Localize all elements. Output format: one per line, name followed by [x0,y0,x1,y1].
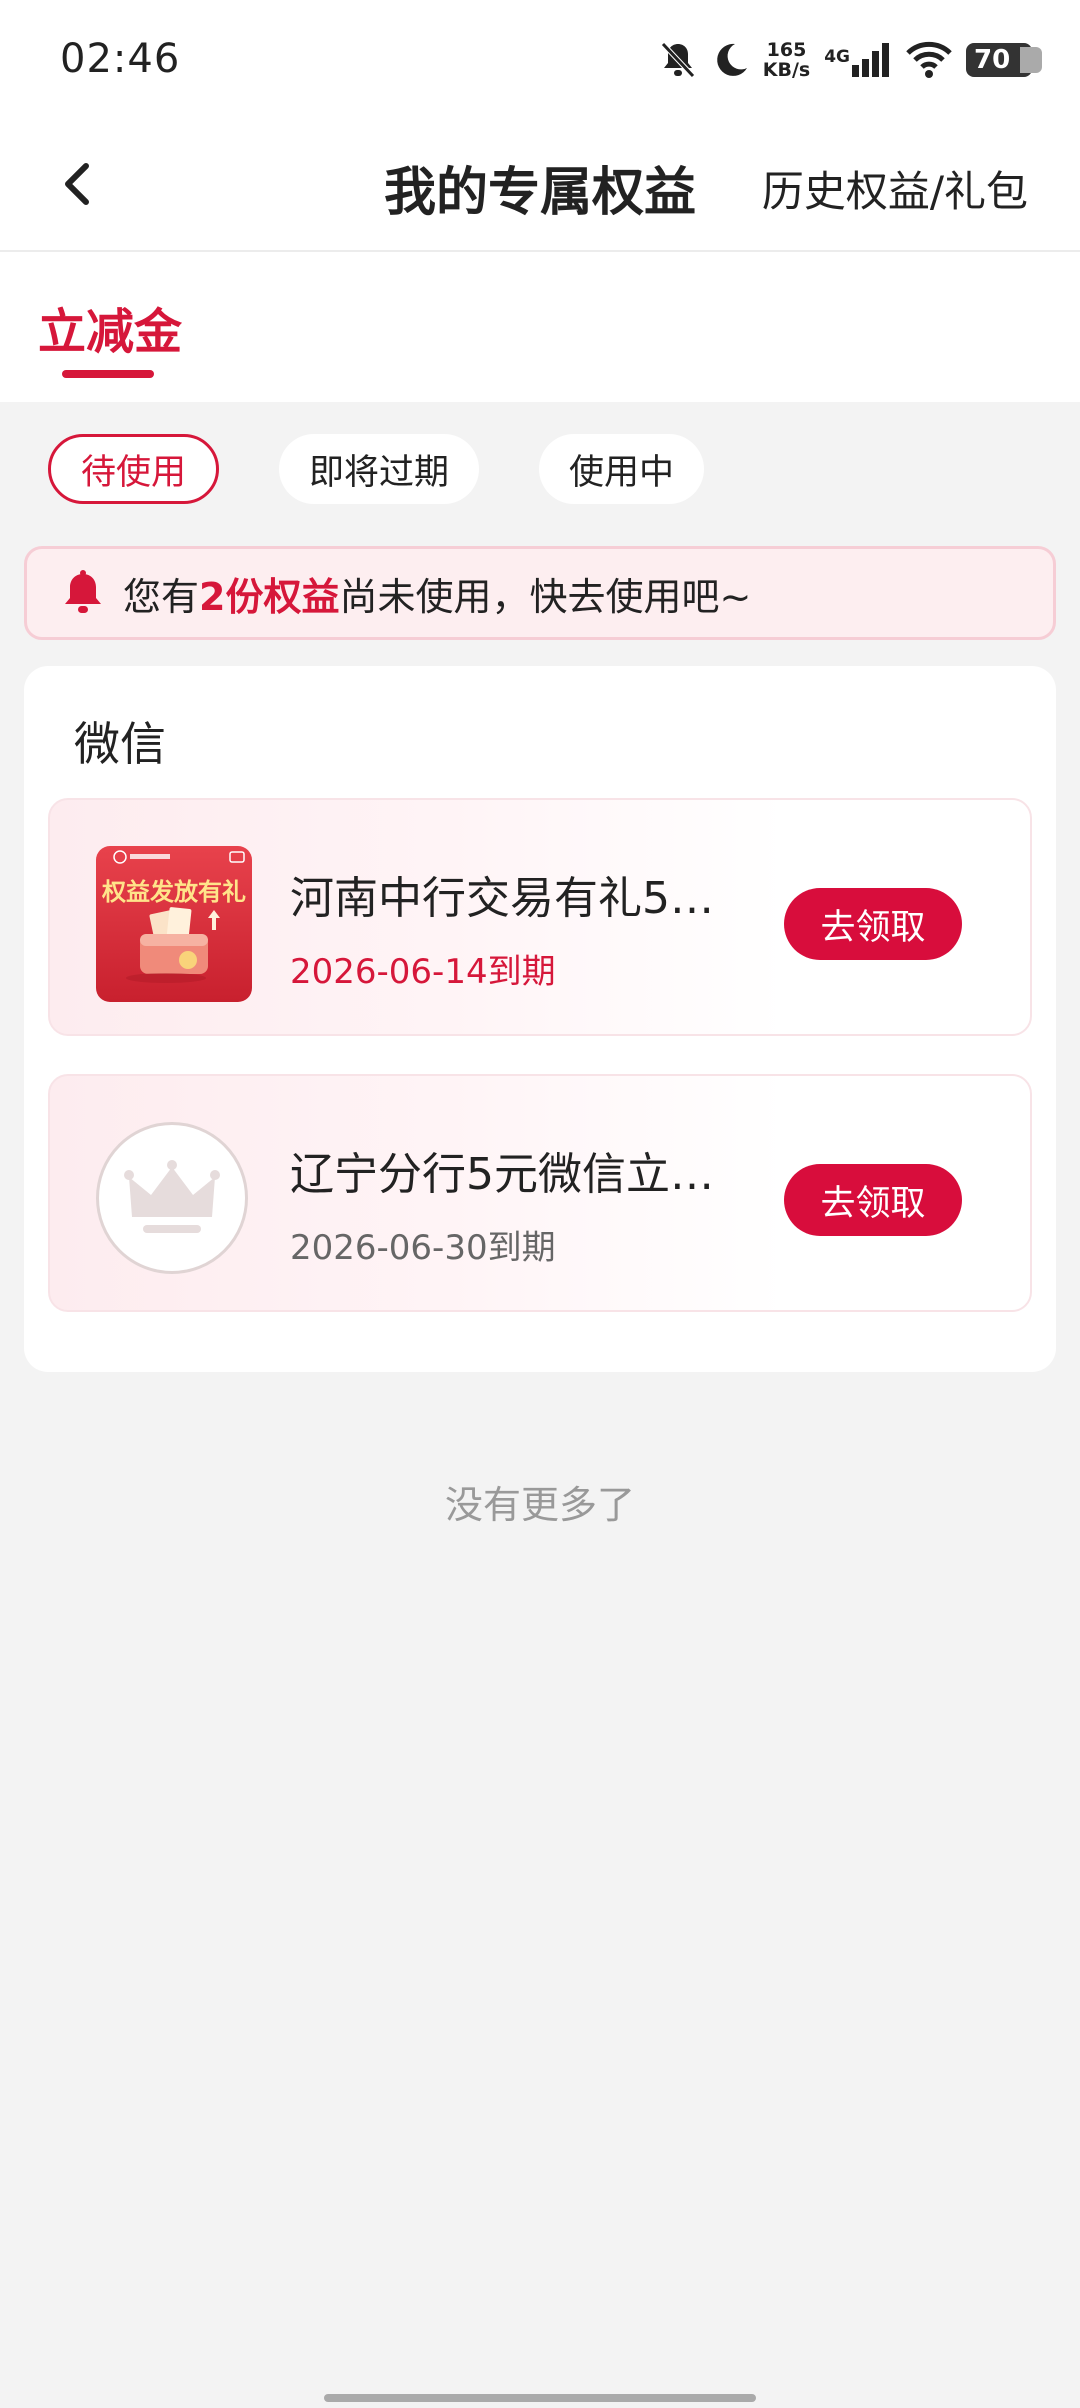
bell-muted-icon [660,42,695,78]
network-speed: 165 KB/s [763,40,810,80]
bell-icon [65,570,101,613]
status-time: 02:46 [60,36,181,82]
battery-indicator: 70 [966,43,1042,77]
claim-button[interactable]: 去领取 [784,1164,962,1236]
filter-pending[interactable]: 待使用 [48,434,220,504]
notice-suffix: 尚未使用，快去使用吧~ [339,574,752,619]
notice-prefix: 您有 [123,574,200,619]
filter-expiring-soon[interactable]: 即将过期 [279,434,480,504]
benefit-name: 辽宁分行5元微信立… [290,1149,714,1200]
tab-instant-discount[interactable]: 立减金 [38,292,182,362]
unused-benefits-notice: 您有 2份权益 尚未使用，快去使用吧~ [24,546,1056,640]
tab-active-indicator [62,370,154,378]
notice-highlight: 2份权益 [199,574,340,619]
signal-bars-icon [852,43,889,77]
card-title: 微信 [74,717,166,771]
benefit-name: 河南中行交易有礼5… [290,873,714,924]
tab-bar: 立减金 [0,252,1080,402]
cell-signal: 4G [824,43,892,77]
network-type: 4G [824,47,850,67]
benefit-expiry-date: 2026-06-30到期 [290,1228,556,1268]
wechat-benefits-card: 微信 权益发放有礼 河南中行交易有礼5… 2026-06-14到期 去领取 辽宁… [24,666,1056,1372]
wifi-icon [906,41,952,78]
home-indicator[interactable] [324,2394,756,2402]
moon-icon [716,43,747,76]
wallet-gift-icon [126,907,220,983]
speed-unit: KB/s [762,59,811,81]
benefit-item: 权益发放有礼 河南中行交易有礼5… 2026-06-14到期 去领取 [48,798,1032,1036]
status-bar: 02:46 165 KB/s 4G 70 [0,0,1080,120]
history-benefits-link[interactable]: 历史权益/礼包 [762,158,1028,219]
crown-icon [124,1160,220,1233]
status-filter-group: 待使用 即将过期 使用中 [48,434,705,504]
claim-button[interactable]: 去领取 [784,888,962,960]
status-icons: 165 KB/s 4G 70 [659,30,1042,90]
benefit-expiry-date: 2026-06-14到期 [290,952,556,992]
speed-value: 165 [766,39,807,61]
benefit-item: 辽宁分行5元微信立… 2026-06-30到期 去领取 [48,1074,1032,1312]
crown-placeholder [96,1122,248,1274]
filter-in-use[interactable]: 使用中 [539,434,705,504]
end-of-list-text: 没有更多了 [444,1483,635,1527]
benefit-thumbnail: 权益发放有礼 [96,846,252,1002]
navigation-bar: 我的专属权益 历史权益/礼包 [0,120,1080,252]
battery-level: 70 [974,45,1011,75]
